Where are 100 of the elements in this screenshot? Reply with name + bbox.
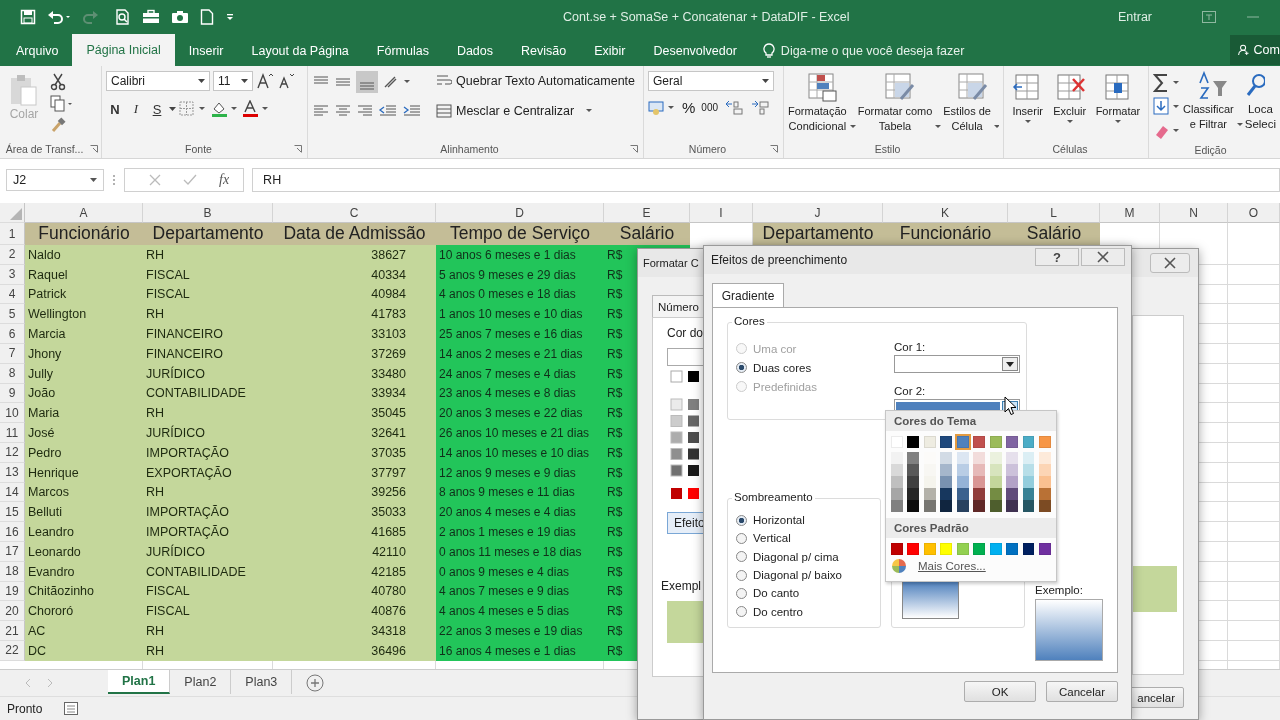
- dialog-tab[interactable]: Gradiente: [712, 283, 784, 307]
- column-header[interactable]: M: [1100, 203, 1160, 223]
- color-shade-column[interactable]: [989, 452, 1002, 512]
- row-number[interactable]: 21: [0, 621, 25, 641]
- color-dropdown[interactable]: [894, 355, 1020, 373]
- align-center-icon[interactable]: [334, 103, 352, 119]
- color-shade-column[interactable]: [1039, 452, 1051, 512]
- name-box[interactable]: J2: [6, 169, 104, 191]
- orientation-icon[interactable]: [382, 74, 412, 90]
- column-header[interactable]: D: [436, 203, 604, 223]
- dialog-launcher-icon[interactable]: [90, 145, 98, 153]
- check-icon[interactable]: [183, 174, 197, 186]
- column-header[interactable]: O: [1228, 203, 1280, 223]
- autosum-icon[interactable]: [1153, 73, 1181, 93]
- ribbon-tab[interactable]: Arquivo: [2, 36, 73, 66]
- radio-option[interactable]: Do centro: [736, 604, 875, 619]
- shrink-font-icon[interactable]: [277, 72, 295, 90]
- color-swatch[interactable]: [956, 543, 969, 555]
- style-button[interactable]: Formatar como Tabela: [857, 71, 942, 134]
- italic-button[interactable]: I: [127, 99, 145, 119]
- help-button[interactable]: ?: [1035, 248, 1079, 266]
- color-swatch[interactable]: [907, 543, 920, 555]
- row-number[interactable]: 2: [0, 245, 25, 265]
- increase-indent-icon[interactable]: [402, 103, 422, 119]
- formula-field[interactable]: RH: [252, 168, 1280, 192]
- color-swatch[interactable]: [1006, 543, 1019, 555]
- color-shade-column[interactable]: [891, 452, 903, 512]
- color-shade-column[interactable]: [1022, 452, 1035, 512]
- style-button[interactable]: Formatação Condicional: [788, 71, 856, 134]
- sheet-tab[interactable]: Plan3: [231, 670, 293, 694]
- color-swatch[interactable]: [973, 543, 986, 555]
- column-header[interactable]: E: [604, 203, 690, 223]
- underline-button[interactable]: S: [148, 99, 166, 119]
- row-number[interactable]: 15: [0, 502, 25, 523]
- color-swatch[interactable]: [1022, 436, 1035, 448]
- color-swatch[interactable]: [891, 543, 903, 555]
- radio-option[interactable]: Do canto: [736, 586, 875, 601]
- ribbon-tab[interactable]: Revisão: [507, 36, 581, 66]
- dialog-launcher-icon[interactable]: [294, 145, 302, 153]
- fill-down-icon[interactable]: [1153, 97, 1181, 117]
- radio-option[interactable]: Horizontal: [736, 513, 875, 528]
- color-shade-column[interactable]: [973, 452, 986, 512]
- column-header[interactable]: I: [690, 203, 753, 223]
- color-swatch[interactable]: [907, 436, 920, 448]
- new-document-icon[interactable]: [200, 8, 214, 25]
- font-name-combo[interactable]: Calibri: [106, 71, 210, 91]
- color-swatch[interactable]: [940, 543, 953, 555]
- ribbon-tab[interactable]: Exibir: [580, 36, 640, 66]
- row-number[interactable]: 16: [0, 522, 25, 542]
- ribbon-tab[interactable]: Desenvolvedor: [639, 36, 751, 66]
- color-swatch[interactable]: [989, 436, 1002, 448]
- column-header[interactable]: B: [143, 203, 273, 223]
- close-button[interactable]: [1150, 253, 1190, 273]
- row-number[interactable]: 1: [0, 223, 25, 245]
- copy-icon[interactable]: [50, 95, 74, 113]
- ribbon-tab[interactable]: Layout da Página: [237, 36, 363, 66]
- cells-button[interactable]: Formatar: [1095, 71, 1141, 124]
- column-header[interactable]: K: [883, 203, 1008, 223]
- color-swatch[interactable]: [923, 543, 936, 555]
- radio-option[interactable]: Diagonal p/ cima: [736, 549, 875, 564]
- ribbon-tab[interactable]: Inserir: [174, 36, 238, 66]
- tell-me-field[interactable]: Diga-me o que você deseja fazer: [780, 44, 965, 58]
- sort-filter-button[interactable]: Classificar e Filtrar: [1183, 71, 1243, 132]
- color-shade-column[interactable]: [940, 452, 953, 512]
- ribbon-tab[interactable]: Página Inicial: [72, 34, 175, 66]
- decrease-decimal-icon[interactable]: [750, 99, 771, 116]
- color-swatch[interactable]: [956, 436, 969, 448]
- share-button[interactable]: Com: [1230, 34, 1280, 65]
- close-button[interactable]: [1081, 248, 1125, 266]
- color-swatch[interactable]: [1039, 436, 1051, 448]
- align-left-icon[interactable]: [312, 103, 330, 119]
- column-header[interactable]: J: [753, 203, 883, 223]
- row-number[interactable]: 6: [0, 324, 25, 344]
- format-painter-icon[interactable]: [50, 117, 66, 135]
- drag-handle-icon[interactable]: [112, 173, 116, 187]
- caret-icon[interactable]: [169, 107, 176, 111]
- radio-option[interactable]: Duas cores: [736, 360, 817, 375]
- decrease-indent-icon[interactable]: [378, 103, 398, 119]
- insert-function-button[interactable]: fx: [219, 172, 230, 188]
- sign-in-link[interactable]: Entrar: [1117, 9, 1152, 24]
- undo-icon[interactable]: [47, 8, 71, 25]
- thousands-button[interactable]: 000: [701, 102, 719, 113]
- color-swatch[interactable]: [940, 436, 953, 448]
- currency-icon[interactable]: [648, 99, 676, 116]
- row-number[interactable]: 11: [0, 423, 25, 443]
- cells-button[interactable]: Inserir: [1011, 71, 1044, 124]
- merge-center-button[interactable]: Mesclar e Centralizar: [436, 101, 636, 121]
- macro-record-icon[interactable]: [64, 702, 79, 715]
- ok-button[interactable]: OK: [964, 681, 1036, 702]
- fill-color-icon[interactable]: [210, 100, 238, 118]
- cells-button[interactable]: Excluir: [1053, 71, 1087, 124]
- print-preview-icon[interactable]: [115, 8, 131, 25]
- column-header[interactable]: C: [273, 203, 436, 223]
- font-color-icon[interactable]: [241, 100, 269, 118]
- bold-button[interactable]: N: [106, 99, 124, 119]
- color-swatch[interactable]: [973, 436, 986, 448]
- gradient-variant-preview[interactable]: [902, 581, 960, 619]
- wrap-text-button[interactable]: Quebrar Texto Automaticamente: [436, 71, 636, 91]
- camera-icon[interactable]: [171, 8, 189, 25]
- color-swatch[interactable]: [1006, 436, 1019, 448]
